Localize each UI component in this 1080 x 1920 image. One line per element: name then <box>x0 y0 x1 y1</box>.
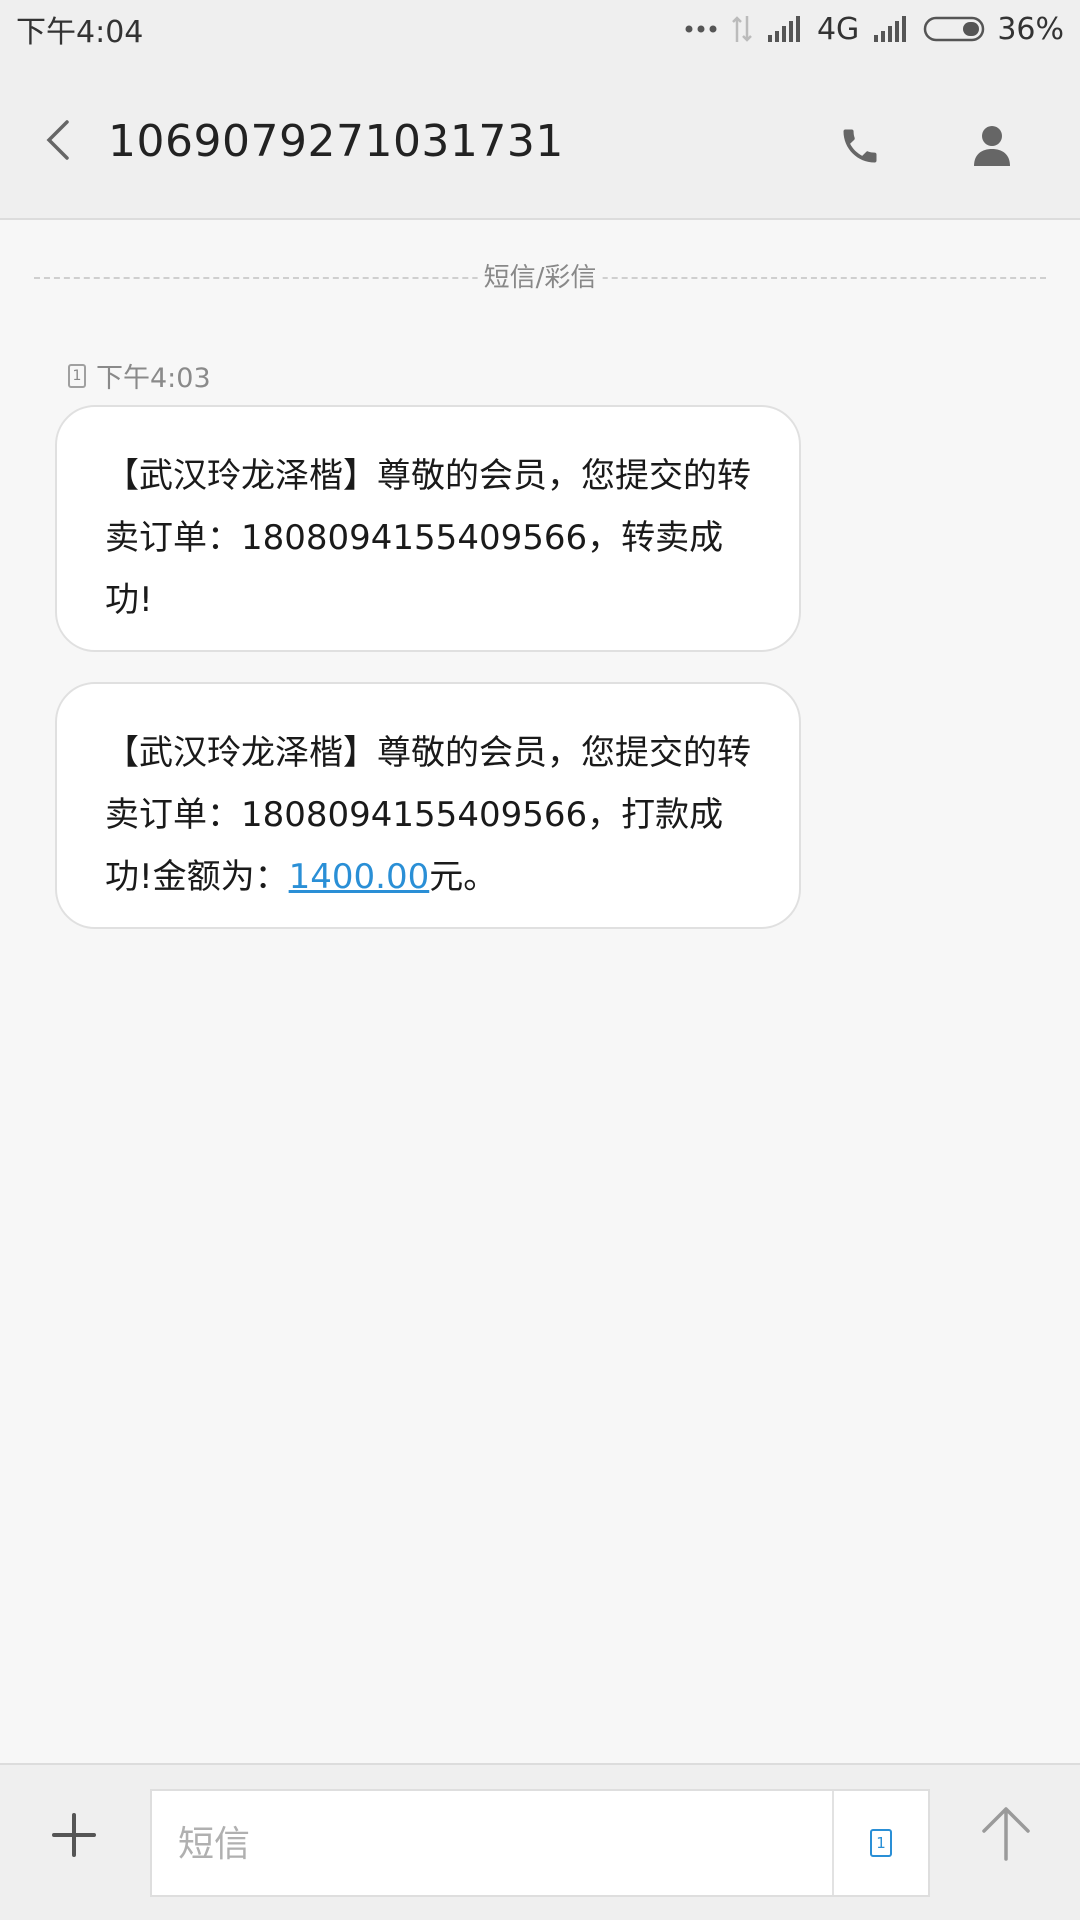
message-input-container: 1 <box>150 1789 930 1897</box>
contact-info-button[interactable] <box>962 116 1022 176</box>
timestamp-text: 下午4:03 <box>96 363 211 394</box>
arrow-up-icon <box>982 1807 1030 1861</box>
message-bubble[interactable]: 【武汉玲龙泽楷】尊敬的会员，您提交的转卖订单：1808094155409566，… <box>55 405 801 652</box>
more-dots-icon <box>685 24 717 34</box>
back-button[interactable] <box>30 110 84 170</box>
plus-icon <box>52 1813 96 1857</box>
battery-percent: 36% <box>997 11 1064 47</box>
message-composer: 1 <box>0 1763 1080 1920</box>
phone-icon <box>843 129 877 163</box>
amount-link[interactable]: 1400.00 <box>289 857 430 897</box>
network-type: 4G <box>816 11 860 47</box>
contact-title: 1069079271031731 <box>108 116 564 167</box>
signal-icon-2 <box>873 15 909 43</box>
message-timestamp: 1 下午4:03 <box>68 356 211 395</box>
signal-icon <box>767 15 803 43</box>
person-icon <box>974 126 1010 166</box>
status-bar: 下午4:04 4G 36% <box>0 0 1080 58</box>
sim-card-icon: 1 <box>870 1829 892 1857</box>
sim-card-icon: 1 <box>68 363 86 388</box>
message-input[interactable] <box>176 1791 820 1897</box>
divider-label: 短信/彩信 <box>477 256 603 300</box>
message-text: 【武汉玲龙泽楷】尊敬的会员，您提交的转卖订单：1808094155409566，… <box>105 456 751 620</box>
sms-mms-divider: 短信/彩信 <box>34 256 1046 300</box>
sim-select-button[interactable]: 1 <box>832 1791 928 1895</box>
battery-icon <box>923 15 989 43</box>
chevron-left-icon <box>46 120 69 160</box>
message-text-suffix: 元。 <box>429 857 498 897</box>
send-button[interactable] <box>976 1803 1036 1863</box>
message-bubble[interactable]: 【武汉玲龙泽楷】尊敬的会员，您提交的转卖订单：1808094155409566，… <box>55 682 801 929</box>
data-transfer-icon <box>731 14 753 44</box>
conversation-header: 1069079271031731 <box>0 58 1080 220</box>
status-time: 下午4:04 <box>16 15 144 50</box>
attach-button[interactable] <box>48 1809 100 1861</box>
call-button[interactable] <box>830 116 890 176</box>
